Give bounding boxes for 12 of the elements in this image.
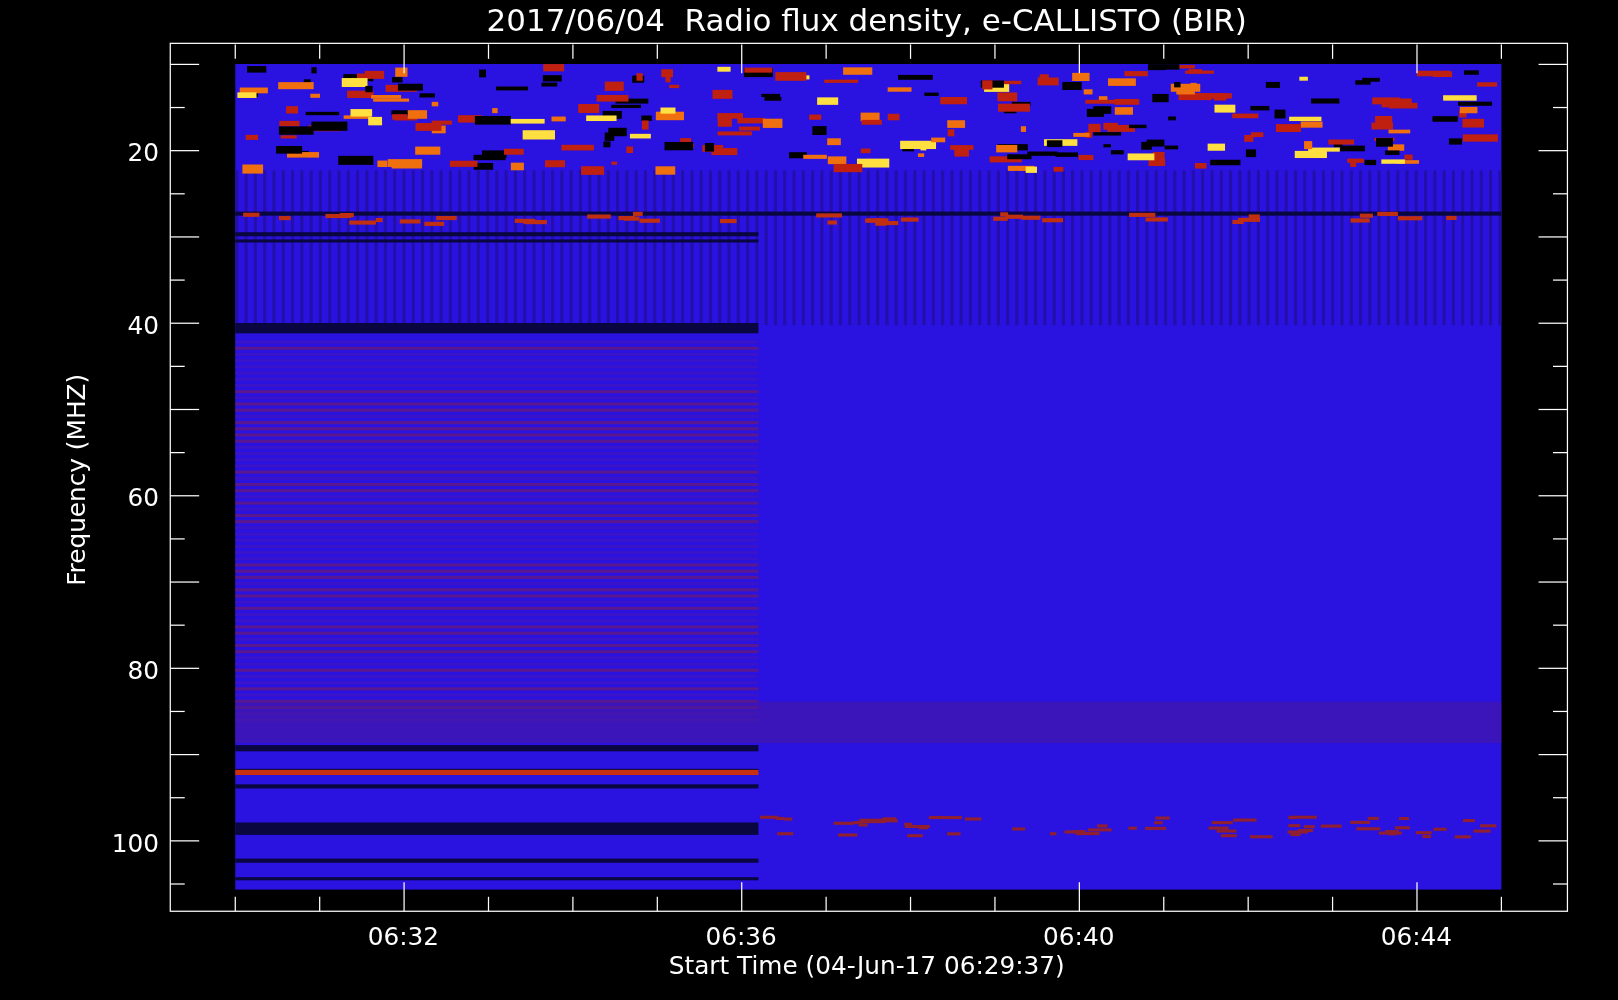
- chart-title: 2017/06/04 Radio flux density, e-CALLISTO (BIR): [486, 1, 1247, 38]
- y-tick-label: 20: [127, 138, 159, 167]
- y-tick-label: 40: [127, 310, 159, 340]
- y-tick-label: 60: [127, 483, 159, 513]
- x-tick-label: 06:32: [367, 922, 440, 952]
- x-axis-label: Start Time (04-Jun-17 06:29:37): [668, 951, 1065, 981]
- y-tick-label: 80: [127, 655, 159, 685]
- x-tick-label: 06:36: [705, 922, 777, 952]
- y-tick-label: 100: [111, 828, 159, 858]
- y-axis-label: Frequency (MHZ): [61, 373, 91, 586]
- x-tick-label: 06:44: [1380, 922, 1453, 952]
- x-tick-label: 06:40: [1043, 922, 1115, 952]
